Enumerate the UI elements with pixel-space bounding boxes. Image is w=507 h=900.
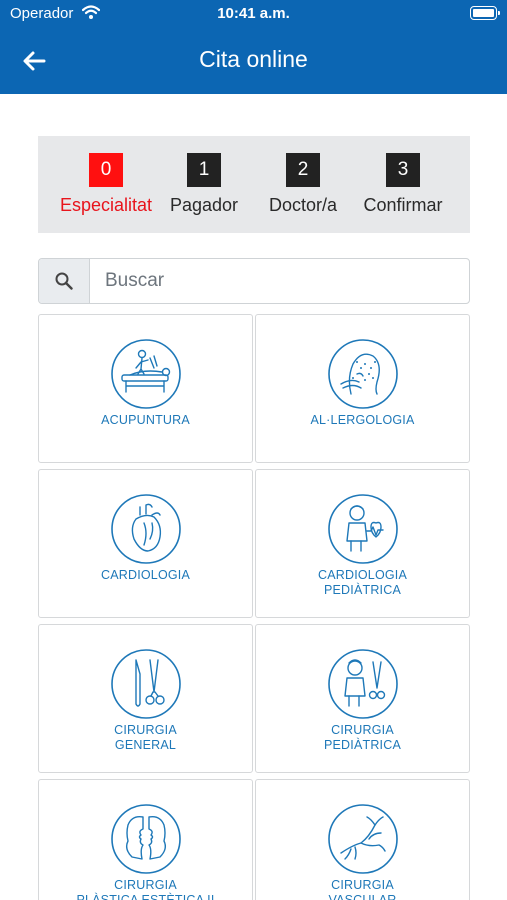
- step-doctor[interactable]: 2 Doctor/a: [263, 153, 343, 216]
- specialty-label: CIRURGIA PEDIÀTRICA: [323, 723, 401, 752]
- specialty-label: CIRURGIA PLÀSTICA ESTÈTICA II: [76, 878, 215, 900]
- step-label: Especialitat: [59, 195, 153, 215]
- specialty-label: CARDIOLOGIA: [100, 568, 191, 582]
- specialty-card-cirurgia-pediatrica[interactable]: CIRURGIA PEDIÀTRICA: [255, 624, 470, 773]
- vessels-icon: [328, 804, 398, 874]
- booking-stepper: 0 Especialitat 1 Pagador 2 Doctor/a 3 Co…: [38, 136, 470, 233]
- step-number: 3: [386, 153, 420, 187]
- search-bar: [38, 258, 470, 304]
- nav-bar: Cita online: [0, 28, 507, 94]
- step-payer[interactable]: 1 Pagador: [165, 153, 243, 216]
- status-bar: Operador 10:41 a.m.: [0, 0, 507, 28]
- specialty-label: CIRURGIA VASCULAR: [328, 878, 397, 900]
- surgery-tools-icon: [111, 649, 181, 719]
- faces-profile-icon: [111, 804, 181, 874]
- search-input[interactable]: [91, 259, 469, 303]
- battery-icon: [470, 6, 500, 20]
- specialty-label: ACUPUNTURA: [101, 413, 190, 427]
- heart-icon: [111, 494, 181, 564]
- acupuncture-icon: [111, 339, 181, 409]
- specialty-card-cirurgia-plastica[interactable]: CIRURGIA PLÀSTICA ESTÈTICA II: [38, 779, 253, 900]
- search-icon: [55, 272, 73, 290]
- step-label: Doctor/a: [268, 195, 338, 215]
- child-heart-icon: [328, 494, 398, 564]
- step-specialty[interactable]: 0 Especialitat: [55, 153, 157, 216]
- specialty-card-cirurgia-vascular[interactable]: CIRURGIA VASCULAR: [255, 779, 470, 900]
- clock-time: 10:41 a.m.: [217, 5, 290, 22]
- child-surgery-icon: [328, 649, 398, 719]
- specialty-card-cardiologia-pediatrica[interactable]: CARDIOLOGIA PEDIÀTRICA: [255, 469, 470, 618]
- allergy-icon: [328, 339, 398, 409]
- step-number: 1: [187, 153, 221, 187]
- step-confirm[interactable]: 3 Confirmar: [355, 153, 451, 216]
- step-label: Confirmar: [363, 195, 443, 215]
- specialty-card-cirurgia-general[interactable]: CIRURGIA GENERAL: [38, 624, 253, 773]
- search-button[interactable]: [39, 259, 90, 303]
- specialty-card-allergologia[interactable]: AL·LERGOLOGIA: [255, 314, 470, 463]
- step-number: 0: [89, 153, 123, 187]
- specialty-card-cardiologia[interactable]: CARDIOLOGIA: [38, 469, 253, 618]
- app-screen: Operador 10:41 a.m. Cita online 0 Especi…: [0, 0, 507, 900]
- specialty-label: CARDIOLOGIA PEDIÀTRICA: [317, 568, 408, 597]
- specialty-label: CIRURGIA GENERAL: [114, 723, 177, 752]
- step-label: Pagador: [169, 195, 239, 215]
- specialty-card-acupuntura[interactable]: ACUPUNTURA: [38, 314, 253, 463]
- specialty-label: AL·LERGOLOGIA: [310, 413, 415, 427]
- step-number: 2: [286, 153, 320, 187]
- page-title: Cita online: [199, 46, 308, 72]
